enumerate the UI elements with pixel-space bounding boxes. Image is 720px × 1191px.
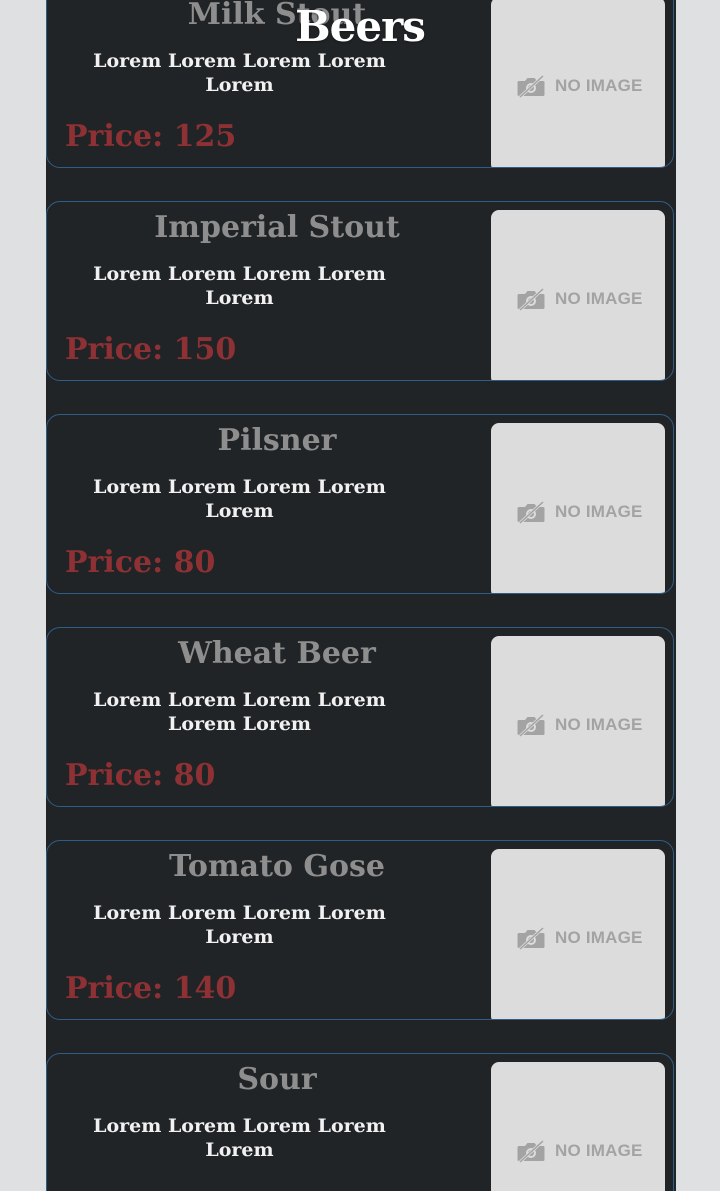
camera-off-icon <box>517 500 545 524</box>
beer-price: Price: 80 <box>65 758 216 793</box>
no-image-label: NO IMAGE <box>555 502 643 521</box>
beer-description: Lorem Lorem Lorem Lorem Lorem <box>93 1115 386 1161</box>
beer-name: Wheat Beer <box>178 636 376 671</box>
beer-description: Lorem Lorem Lorem Lorem Lorem <box>93 476 386 522</box>
camera-off-icon <box>517 713 545 737</box>
beer-description: Lorem Lorem Lorem Lorem Lorem <box>93 263 386 309</box>
beer-card[interactable]: Sour Lorem Lorem Lorem Lorem Lorem NO IM… <box>46 1053 674 1191</box>
beer-name: Sour <box>237 1062 317 1097</box>
no-image-label: NO IMAGE <box>555 289 643 308</box>
beer-name: Imperial Stout <box>154 210 400 245</box>
beer-price: Price: 150 <box>65 332 237 367</box>
beer-image-placeholder: NO IMAGE <box>491 423 665 593</box>
beer-image-placeholder: NO IMAGE <box>491 1062 665 1191</box>
beer-price: Price: 125 <box>65 119 237 154</box>
no-image-label: NO IMAGE <box>555 928 643 947</box>
beer-price: Price: 140 <box>65 971 237 1006</box>
no-image-label: NO IMAGE <box>555 715 643 734</box>
beer-description: Lorem Lorem Lorem Lorem Lorem Lorem <box>93 689 386 735</box>
beer-image-placeholder: NO IMAGE <box>491 636 665 806</box>
beer-card[interactable]: Wheat Beer Lorem Lorem Lorem Lorem Lorem… <box>46 627 674 807</box>
beer-price: Price: 80 <box>65 545 216 580</box>
beer-name: Pilsner <box>217 423 337 458</box>
beer-image-placeholder: NO IMAGE <box>491 849 665 1019</box>
beer-description: Lorem Lorem Lorem Lorem Lorem <box>93 902 386 948</box>
page-title: Beers <box>295 2 426 51</box>
camera-off-icon <box>517 926 545 950</box>
camera-off-icon <box>517 1139 545 1163</box>
camera-off-icon <box>517 287 545 311</box>
beer-image-placeholder: NO IMAGE <box>491 210 665 380</box>
beer-description: Lorem Lorem Lorem Lorem Lorem <box>93 50 386 96</box>
beer-name: Tomato Gose <box>169 849 385 884</box>
no-image-label: NO IMAGE <box>555 1141 643 1160</box>
camera-off-icon <box>517 74 545 98</box>
beer-card[interactable]: Imperial Stout Lorem Lorem Lorem Lorem L… <box>46 201 674 381</box>
beer-card[interactable]: Pilsner Lorem Lorem Lorem Lorem Lorem Pr… <box>46 414 674 594</box>
no-image-label: NO IMAGE <box>555 76 643 95</box>
beer-card[interactable]: Tomato Gose Lorem Lorem Lorem Lorem Lore… <box>46 840 674 1020</box>
